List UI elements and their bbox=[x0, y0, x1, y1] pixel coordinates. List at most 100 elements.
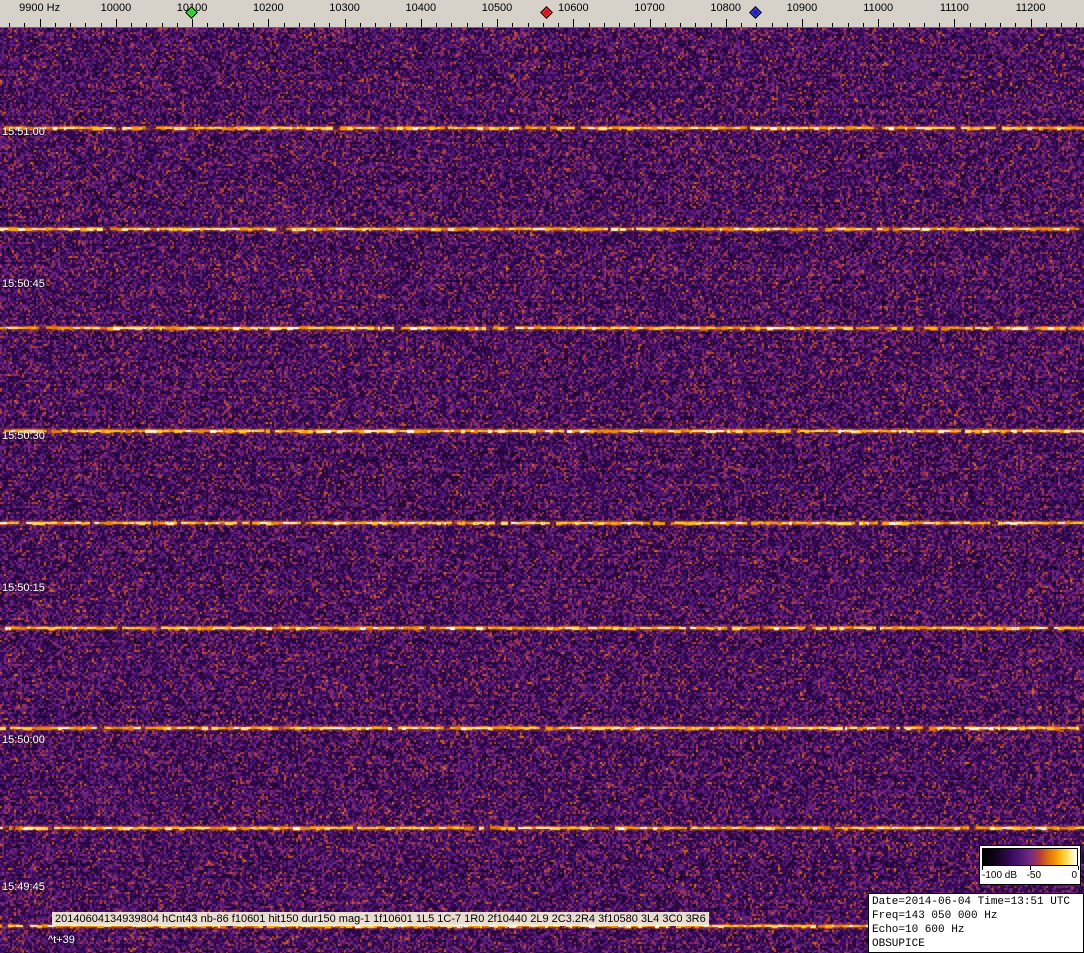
ruler-minor-tick bbox=[314, 23, 316, 27]
ruler-minor-tick bbox=[939, 23, 941, 27]
event-info-text: 20140604134939804 hCnt43 nb-86 f10601 hi… bbox=[52, 912, 709, 926]
ruler-minor-tick bbox=[24, 23, 26, 27]
legend-tick bbox=[1078, 866, 1079, 870]
freq-label: 9900 Hz bbox=[19, 2, 61, 14]
freq-label: 10900 bbox=[786, 2, 818, 14]
freq-marker-red-icon[interactable] bbox=[539, 6, 553, 19]
freq-label: 11000 bbox=[863, 2, 894, 14]
ruler-minor-tick bbox=[253, 23, 255, 27]
ruler-minor-tick bbox=[741, 23, 742, 27]
ruler-minor-tick bbox=[54, 23, 56, 27]
ruler-minor-tick bbox=[771, 23, 773, 27]
ruler-minor-tick bbox=[664, 23, 666, 27]
ruler-minor-tick bbox=[359, 23, 361, 27]
freq-label: 10200 bbox=[253, 2, 284, 14]
waterfall-area: 15:51:00 15:50:45 15:50:30 15:50:15 15:50:00… bbox=[0, 28, 1084, 953]
time-axis-label: 15:50:30 bbox=[2, 430, 45, 442]
station-info-box: Date=2014-06-04 Time=13:51 UTC Freq=143 … bbox=[868, 893, 1084, 953]
ruler-minor-tick bbox=[100, 23, 102, 27]
ruler-minor-tick bbox=[9, 23, 11, 27]
ruler-major-tick bbox=[649, 19, 651, 27]
ruler-minor-tick bbox=[527, 23, 529, 27]
ruler-minor-tick bbox=[908, 23, 910, 27]
freq-marker-blue-icon[interactable] bbox=[749, 6, 763, 19]
db-gradient-bar bbox=[982, 848, 1078, 866]
ruler-major-tick bbox=[268, 19, 270, 27]
ruler-minor-tick bbox=[329, 23, 331, 27]
freq-label: 10000 bbox=[100, 2, 132, 14]
info-line-station: OBSUPICE bbox=[872, 938, 925, 950]
ruler-minor-tick bbox=[85, 23, 87, 27]
ruler-major-tick bbox=[801, 19, 803, 27]
ruler-minor-tick bbox=[405, 23, 407, 27]
frequency-ruler[interactable]: 9900 Hz100001010010200103001040010500106… bbox=[0, 0, 1084, 28]
db-scale-legend: -100 dB -50 0 bbox=[979, 845, 1081, 885]
ruler-minor-tick bbox=[923, 23, 925, 27]
ruler-minor-tick bbox=[710, 23, 712, 27]
time-axis-label: 15:51:00 bbox=[2, 126, 45, 138]
ruler-minor-tick bbox=[146, 23, 148, 27]
freq-label: 11200 bbox=[1015, 2, 1046, 14]
ruler-major-tick bbox=[725, 19, 727, 27]
ruler-minor-tick bbox=[603, 23, 605, 27]
time-axis-label: 15:50:15 bbox=[2, 582, 45, 594]
time-axis-label: 15:49:45 bbox=[2, 881, 45, 893]
freq-label: 11100 bbox=[939, 2, 969, 14]
ruler-minor-tick bbox=[390, 23, 392, 27]
ruler-minor-tick bbox=[832, 23, 834, 27]
ruler-minor-tick bbox=[1015, 23, 1017, 27]
ruler-minor-tick bbox=[1061, 23, 1063, 27]
ruler-minor-tick bbox=[695, 23, 697, 27]
legend-labels: -100 dB -50 0 bbox=[982, 870, 1078, 882]
ruler-minor-tick bbox=[680, 23, 681, 27]
ruler-minor-tick bbox=[222, 23, 224, 27]
freq-label: 10600 bbox=[558, 2, 589, 14]
ruler-minor-tick bbox=[619, 23, 620, 27]
info-line-echo: Echo=10 600 Hz bbox=[872, 924, 965, 936]
ruler-minor-tick bbox=[466, 23, 468, 27]
waterfall-spectrogram[interactable] bbox=[0, 28, 1084, 953]
ruler-minor-tick bbox=[893, 23, 895, 27]
legend-label-max: 0 bbox=[1071, 870, 1077, 881]
ruler-minor-tick bbox=[1076, 23, 1078, 27]
ruler-minor-tick bbox=[131, 23, 133, 27]
freq-label: 10700 bbox=[634, 2, 665, 14]
ruler-minor-tick bbox=[375, 23, 377, 27]
time-axis-label: 15:50:45 bbox=[2, 278, 45, 290]
ruler-major-tick bbox=[192, 19, 194, 27]
info-line-date: Date=2014-06-04 Time=13:51 UTC bbox=[872, 896, 1071, 908]
ruler-minor-tick bbox=[756, 23, 758, 27]
time-axis-label: 15:50:00 bbox=[2, 734, 45, 746]
freq-label: 10500 bbox=[481, 2, 513, 14]
ruler-minor-tick bbox=[588, 23, 590, 27]
info-line-freq: Freq=143 050 000 Hz bbox=[872, 910, 998, 922]
ruler-minor-tick bbox=[207, 23, 209, 27]
ruler-major-tick bbox=[39, 19, 41, 27]
ruler-minor-tick bbox=[817, 23, 819, 27]
ruler-major-tick bbox=[878, 19, 880, 27]
ruler-major-tick bbox=[497, 19, 498, 27]
ruler-major-tick bbox=[344, 19, 346, 27]
ruler-major-tick bbox=[420, 19, 422, 27]
legend-label-min: -100 dB bbox=[982, 870, 1018, 881]
ruler-minor-tick bbox=[847, 23, 849, 27]
ruler-minor-tick bbox=[984, 23, 986, 27]
ruler-minor-tick bbox=[451, 23, 453, 27]
ruler-major-tick bbox=[115, 19, 117, 27]
ruler-minor-tick bbox=[70, 23, 72, 27]
ruler-minor-tick bbox=[558, 23, 559, 27]
ruler-minor-tick bbox=[176, 23, 178, 27]
time-offset-label: ^t+39 bbox=[48, 934, 75, 946]
legend-label-mid: -50 bbox=[1026, 870, 1042, 881]
ruler-minor-tick bbox=[542, 23, 544, 27]
ruler-minor-tick bbox=[1000, 23, 1002, 27]
ruler-minor-tick bbox=[283, 23, 285, 27]
ruler-minor-tick bbox=[786, 23, 788, 27]
freq-label: 10300 bbox=[329, 2, 360, 14]
ruler-major-tick bbox=[573, 19, 575, 27]
spectrogram-app-window: 9900 Hz100001010010200103001040010500106… bbox=[0, 0, 1084, 953]
ruler-minor-tick bbox=[298, 23, 300, 27]
ruler-minor-tick bbox=[969, 23, 971, 27]
ruler-minor-tick bbox=[862, 23, 864, 27]
ruler-minor-tick bbox=[481, 23, 483, 27]
